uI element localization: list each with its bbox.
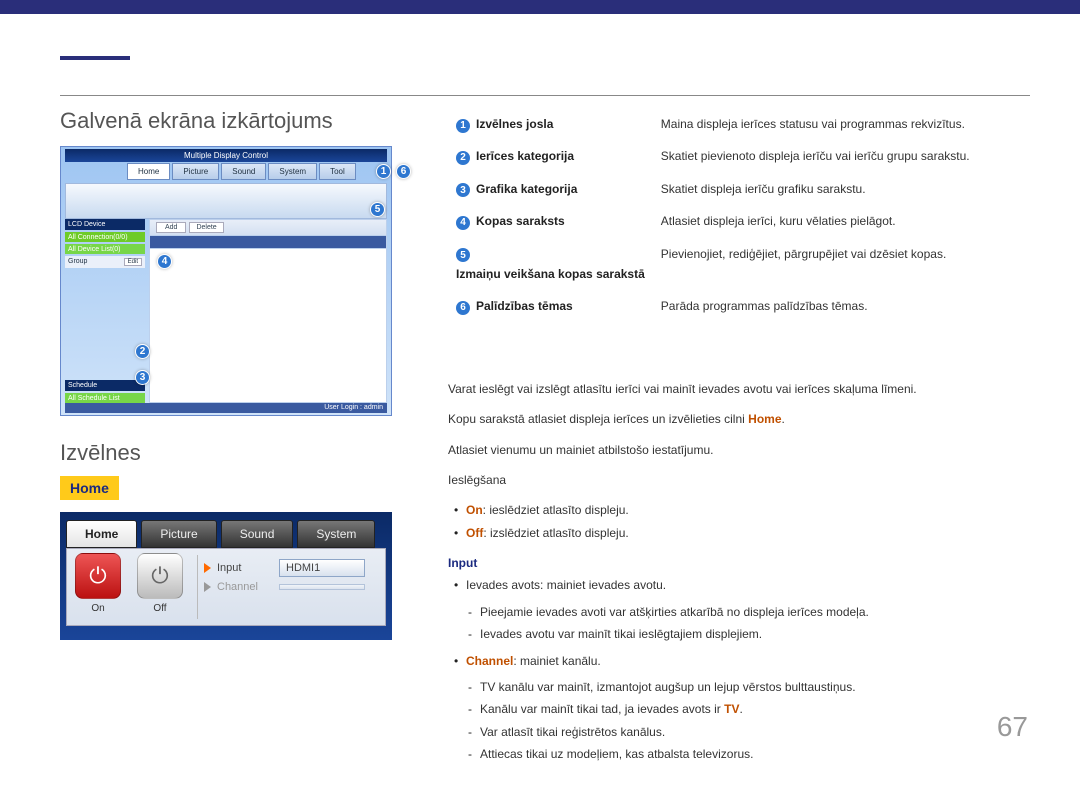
para-select: Kopu sarakstā atlasiet displeja ierīces …: [448, 409, 1025, 429]
input-heading: Input: [448, 553, 1025, 573]
channel-label: Channel: [217, 581, 279, 593]
channel-sublist: TV kanālu var mainīt, izmantojot augšup …: [448, 677, 1025, 765]
triangle-icon: [204, 563, 211, 573]
callout-3: 3: [135, 370, 150, 385]
power-on-button[interactable]: ⏻: [75, 553, 121, 599]
sidebar-item-all-connection[interactable]: All Connection(0/0): [65, 232, 145, 242]
tab2-picture[interactable]: Picture: [141, 520, 216, 548]
heading-layout: Galvenā ekrāna izkārtojums: [60, 108, 400, 134]
tab2-sound[interactable]: Sound: [221, 520, 294, 548]
legend-row: 4Kopas sarakstsAtlasiet displeja ierīci,…: [448, 205, 1025, 237]
tab-picture[interactable]: Picture: [172, 163, 219, 180]
callout-4: 4: [157, 254, 172, 269]
sidebar-item-all-device-list[interactable]: All Device List(0): [65, 244, 145, 254]
screenshot-home-menu: Home Picture Sound System ⏻ On ⏻ Off: [60, 512, 392, 640]
toolbar: Fault Device Fault Device Alert User Set…: [65, 183, 387, 219]
callout-2: 2: [135, 344, 150, 359]
sidebar: LCD Device All Connection(0/0) All Devic…: [65, 219, 145, 403]
table-header: [150, 236, 386, 249]
input-select[interactable]: HDMI1: [279, 559, 365, 577]
input-sublist: Pieejamie ievades avoti var atšķirties a…: [448, 602, 1025, 645]
power-on-label: On: [91, 603, 104, 614]
add-button[interactable]: Add: [156, 222, 186, 233]
tab-sound[interactable]: Sound: [221, 163, 266, 180]
tab-home[interactable]: Home: [127, 163, 170, 180]
para-intro: Varat ieslēgt vai izslēgt atlasītu ierīc…: [448, 379, 1025, 399]
triangle-icon: [204, 582, 211, 592]
para-power: Ieslēgšana: [448, 470, 1025, 490]
tab-bar: Home Picture Sound System Tool: [127, 163, 356, 180]
legend-row: 2Ierīces kategorijaSkatiet pievienoto di…: [448, 140, 1025, 172]
sidebar-item-group[interactable]: Group Edit: [65, 256, 145, 268]
input-row: Input HDMI1: [204, 559, 385, 577]
callout-5: 5: [370, 202, 385, 217]
callout-6: 6: [396, 164, 411, 179]
legend-table: 1Izvēlnes joslaMaina displeja ierīces st…: [448, 108, 1025, 323]
power-off-button[interactable]: ⏻: [137, 553, 183, 599]
heading-menus: Izvēlnes: [60, 440, 400, 466]
legend-row: 6Palīdzības tēmasParāda programmas palīd…: [448, 290, 1025, 322]
main-toolbar: Add Delete: [150, 220, 386, 236]
tab2-system[interactable]: System: [297, 520, 375, 548]
sidebar-head-schedule: Schedule: [65, 380, 145, 391]
sidebar-head-lcd: LCD Device: [65, 219, 145, 230]
power-off-label: Off: [153, 603, 166, 614]
tab2-home[interactable]: Home: [66, 520, 137, 548]
legend-row: 5Izmaiņu veikšana kopas sarakstāPievieno…: [448, 238, 1025, 291]
tab-tool[interactable]: Tool: [319, 163, 356, 180]
para-change: Atlasiet vienumu un mainiet atbilstošo i…: [448, 440, 1025, 460]
callout-1: 1: [376, 164, 391, 179]
doc-top-accent: [0, 0, 1080, 18]
main-panel: Add Delete: [149, 219, 387, 403]
delete-button[interactable]: Delete: [189, 222, 223, 233]
sidebar-item-all-schedule[interactable]: All Schedule List: [65, 393, 145, 403]
channel-select: [279, 584, 365, 590]
home-section-pill: Home: [60, 476, 119, 500]
screenshot-main-layout: Multiple Display Control Home Picture So…: [60, 146, 392, 416]
legend-row: 3Grafika kategorijaSkatiet displeja ierī…: [448, 173, 1025, 205]
channel-row: Channel: [204, 581, 385, 593]
legend-row: 1Izvēlnes joslaMaina displeja ierīces st…: [448, 108, 1025, 140]
page-number: 67: [997, 711, 1028, 743]
sidebar-edit-button[interactable]: Edit: [124, 258, 142, 266]
status-bar: User Login : admin: [65, 403, 387, 413]
input-label: Input: [217, 562, 279, 574]
power-list: On: ieslēdziet atlasīto displeju. Off: i…: [448, 500, 1025, 543]
channel-list: Channel: mainiet kanālu.: [448, 651, 1025, 671]
input-list: Ievades avots: mainiet ievades avotu.: [448, 575, 1025, 595]
tab-system[interactable]: System: [268, 163, 317, 180]
window-title: Multiple Display Control: [65, 149, 387, 162]
